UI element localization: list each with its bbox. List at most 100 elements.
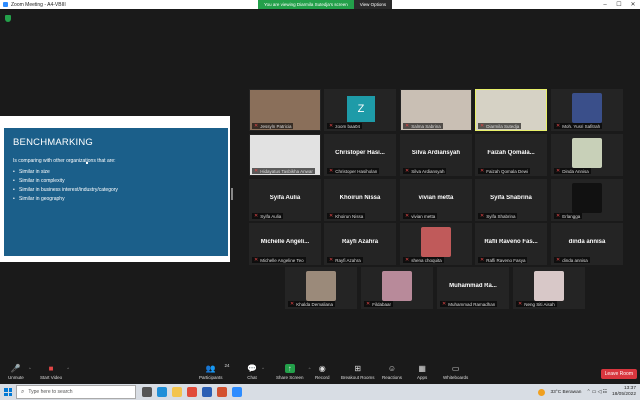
participant-tile[interactable]: ✕ Erlangga — [551, 179, 623, 221]
participant-tile[interactable]: ✕ shena choquita — [400, 223, 472, 265]
taskbar-search-input[interactable]: ⌕ Type here to search — [16, 385, 136, 399]
participant-display-name: Christoper Hasi... — [335, 150, 385, 156]
participant-display-name: Syifa Shabrina — [490, 195, 532, 201]
participant-tile[interactable]: ✕ Salma Sabrina — [400, 89, 472, 131]
participant-tile[interactable]: Syifa Aulia ✕ Syifa Aulia — [249, 179, 321, 221]
participant-name: Khalda Demaliana — [296, 301, 333, 307]
chevron-up-icon[interactable]: ^ — [29, 366, 31, 371]
participant-display-name: vivian metta — [418, 195, 454, 201]
windows-start-icon[interactable] — [0, 384, 16, 400]
participant-tile[interactable]: Silva Ardiansyah ✕ Silva Ardiansyah — [400, 134, 472, 176]
participant-tile[interactable]: Rafli Raveno Fas... ✕ Rafli Raveno Fasya — [475, 223, 547, 265]
muted-mic-icon: ✕ — [556, 168, 561, 174]
chevron-up-icon[interactable]: ^ — [67, 366, 69, 371]
unmute-button[interactable]: 🎤 Unmute ^ — [8, 364, 31, 380]
leave-room-button[interactable]: Leave Room — [600, 369, 637, 379]
participant-tile[interactable]: ✕ Moh. Yusri Safitrah — [551, 89, 623, 131]
chrome-icon[interactable] — [187, 387, 197, 397]
participant-name: Rayfi Azahra — [335, 257, 361, 263]
record-button[interactable]: ◉ Record — [315, 364, 330, 380]
chat-button[interactable]: 💬 Chat ^ — [247, 364, 264, 380]
participant-tile[interactable]: ✕ Khalda Demaliana — [285, 267, 357, 309]
share-screen-label: Share Screen — [276, 375, 304, 380]
participant-profile-picture — [306, 271, 336, 301]
split-view-handle[interactable] — [231, 188, 233, 200]
share-screen-button[interactable]: ↑ Share Screen ^ — [276, 364, 311, 380]
participant-tile[interactable]: Muhammad Ra... ✕ Muhammad Ramadhan — [437, 267, 509, 309]
microphone-muted-icon: 🎤 — [10, 364, 21, 373]
file-explorer-icon[interactable] — [172, 387, 182, 397]
participants-button[interactable]: 👥 24 Participants — [199, 363, 230, 380]
participant-name: vivian metta — [411, 213, 436, 219]
zoom-app-icon[interactable] — [232, 387, 242, 397]
participant-name-label: ✕ Jessyln Patricia — [252, 123, 294, 129]
muted-mic-icon: ✕ — [405, 168, 410, 174]
participant-tile[interactable]: ✕ Diarmila Sutedja — [475, 89, 547, 131]
participant-display-name: Silva Ardiansyah — [411, 150, 461, 156]
participant-name-label: ✕ Rayfi Azahra — [327, 257, 363, 263]
participant-profile-picture — [572, 183, 602, 213]
slide-intro: Is comparing with other organizations th… — [13, 158, 116, 164]
muted-mic-icon: ✕ — [290, 301, 295, 307]
participant-tile[interactable]: vivian metta ✕ vivian metta — [400, 179, 472, 221]
edge-icon[interactable] — [157, 387, 167, 397]
maximize-icon[interactable]: ☐ — [612, 0, 626, 9]
clock[interactable]: 13:37 18/05/2022 — [612, 386, 636, 398]
participant-tile[interactable]: ✕ Jessyln Patricia — [249, 89, 321, 131]
participant-name-label: ✕ Diarmila Sutedja — [478, 123, 522, 129]
muted-mic-icon: ✕ — [366, 301, 371, 307]
start-video-button[interactable]: ■ Start Video ^ — [40, 364, 69, 380]
participant-tile[interactable]: Khoirun Nissa ✕ Khoirun Nissa — [324, 179, 396, 221]
reactions-button[interactable]: ☺ Reactions — [382, 364, 402, 380]
participant-tile[interactable]: ✕ Fildabaar — [361, 267, 433, 309]
participant-name-label: ✕ dinda annisa — [554, 257, 590, 263]
participant-tile[interactable]: ✕ Hidayatus Tasbikha Anwar — [249, 134, 321, 176]
participant-tile[interactable]: Faizah Qomala... ✕ Faizah Qomala Dewi — [475, 134, 547, 176]
participants-count: 24 — [224, 363, 230, 368]
participant-name-label: ✕ Dinda Annisa — [554, 168, 591, 174]
participant-name-label: ✕ Moh. Yusri Safitrah — [554, 123, 603, 129]
apps-button[interactable]: ▦ Apps — [417, 364, 427, 380]
muted-mic-icon: ✕ — [405, 123, 410, 129]
participant-display-name: Michelle Angeli... — [260, 239, 310, 245]
participant-name-label: ✕ Faizah Qomala Dewi — [478, 168, 530, 174]
chevron-up-icon[interactable]: ^ — [262, 366, 264, 371]
slide-bullet: Similar in size — [13, 169, 219, 175]
participant-tile[interactable]: Syifa Shabrina ✕ Syifa Shabrina — [475, 179, 547, 221]
participant-tile[interactable]: ✕ Dinda Annisa — [551, 134, 623, 176]
participant-tile[interactable]: Christoper Hasi... ✕ Christoper Hasiholan — [324, 134, 396, 176]
participant-tile[interactable]: dinda annisa ✕ dinda annisa — [551, 223, 623, 265]
muted-mic-icon: ✕ — [254, 168, 259, 174]
clock-date: 18/05/2022 — [611, 392, 636, 397]
slide-bullet: Similar in geography — [13, 196, 219, 202]
participant-name-label: ✕ Silva Ardiansyah — [403, 168, 447, 174]
chevron-up-icon[interactable]: ^ — [309, 366, 311, 371]
whiteboards-button[interactable]: ▭ Whiteboards — [443, 364, 468, 380]
chat-label: Chat — [247, 375, 257, 380]
participant-display-name: Syifa Aulia — [269, 195, 301, 201]
participant-name-label: ✕ Salma Sabrina — [403, 123, 443, 129]
task-view-icon[interactable] — [142, 387, 152, 397]
participant-name-label: ✕ Michelle Angeline Teo — [252, 257, 306, 263]
meeting-area: BENCHMARKING Is comparing with other org… — [0, 9, 640, 362]
view-options-button[interactable]: View Options — [353, 0, 393, 9]
participant-profile-picture — [572, 138, 602, 168]
participant-tile[interactable]: Rayfi Azahra ✕ Rayfi Azahra — [324, 223, 396, 265]
unmute-label: Unmute — [8, 375, 24, 380]
tray-icons[interactable]: ⌃ ▭ ◁ ☷ — [586, 390, 607, 395]
participant-name: Syifa Aulia — [260, 213, 282, 219]
participant-name: Syifa Shabrina — [486, 213, 516, 219]
minimize-icon[interactable]: – — [598, 0, 612, 9]
breakout-rooms-button[interactable]: ⊞ Breakout Rooms — [341, 364, 375, 380]
word-icon[interactable] — [202, 387, 212, 397]
participant-name-label: ✕ Hidayatus Tasbikha Anwar — [252, 168, 315, 174]
search-icon: ⌕ — [21, 388, 25, 395]
meeting-toolbar: 🎤 Unmute ^ ■ Start Video ^ 👥 24 Particip… — [0, 362, 640, 384]
close-icon[interactable]: ✕ — [626, 0, 640, 9]
participant-tile[interactable]: Michelle Angeli... ✕ Michelle Angeline Teo — [249, 223, 321, 265]
participant-tile[interactable]: Z ✕ zoom baa04 — [324, 89, 396, 131]
participant-tile[interactable]: ✕ Neng Siti Aisah — [513, 267, 585, 309]
security-shield-icon[interactable] — [5, 15, 11, 22]
start-video-label: Start Video — [40, 375, 63, 380]
powerpoint-icon[interactable] — [217, 387, 227, 397]
